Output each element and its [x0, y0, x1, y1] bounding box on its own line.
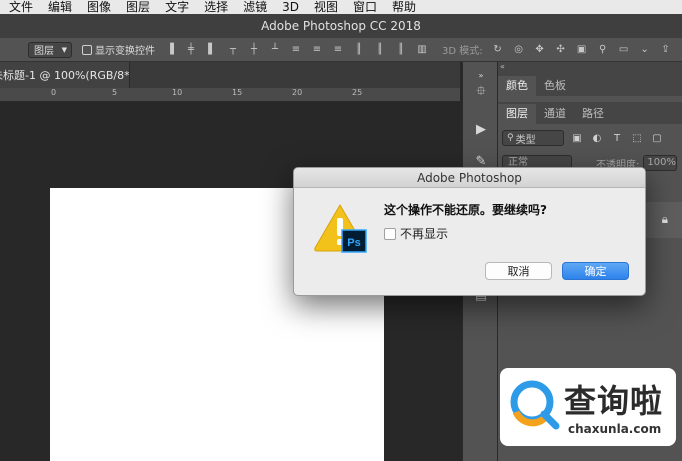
distribute-right-icon[interactable]: ║	[395, 44, 407, 56]
align-top-icon[interactable]: ┬	[227, 44, 239, 56]
watermark-url: chaxunla.com	[568, 422, 662, 436]
menu-help[interactable]: 帮助	[383, 0, 416, 14]
puzzle-icon[interactable]: ⯐	[472, 84, 490, 102]
align-left-icon[interactable]: ▐	[164, 44, 176, 56]
tab-layers[interactable]: 图层	[498, 104, 536, 124]
layers-panel-tabs: 图层 通道 路径	[498, 102, 682, 124]
window-title-bar: Adobe Photoshop CC 2018	[0, 14, 682, 38]
ruler-label: 5	[112, 88, 118, 97]
menu-layer[interactable]: 图层	[117, 0, 150, 14]
menu-view[interactable]: 视图	[305, 0, 338, 14]
align-bottom-icon[interactable]: ┴	[269, 44, 281, 56]
dont-show-again-checkbox[interactable]	[384, 227, 396, 240]
document-tab[interactable]: 未标题-1 @ 100%(RGB/8*)	[0, 62, 130, 88]
distribute-left-icon[interactable]: ║	[353, 44, 365, 56]
chevron-down-icon[interactable]: ⌄	[639, 44, 651, 56]
confirm-dialog: Adobe Photoshop Ps 这个操作不能还原。要继续吗? 不再显示 取…	[293, 167, 646, 296]
tab-channels[interactable]: 通道	[536, 104, 574, 124]
adjustment-filter-icon[interactable]: ◐	[590, 131, 604, 145]
opacity-input[interactable]: 100%	[643, 155, 678, 171]
ruler-label: 15	[232, 88, 243, 97]
horizontal-ruler: 0 5 10 15 20 25	[0, 88, 460, 102]
workspace-icon[interactable]: ▭	[618, 44, 630, 56]
distribute-top-icon[interactable]: ≡	[290, 44, 302, 56]
show-transform-checkbox[interactable]	[82, 44, 92, 55]
cancel-button[interactable]: 取消	[485, 262, 552, 280]
smart-object-filter-icon[interactable]: ▢	[650, 131, 664, 145]
auto-select-value: 图层	[34, 46, 54, 57]
watermark-brand: 查询啦	[564, 382, 664, 420]
menu-file[interactable]: 文件	[0, 0, 33, 14]
watermark: 查询啦 chaxunla.com	[500, 368, 676, 446]
search-icon: ⚲	[507, 133, 514, 143]
document-tab-title: 未标题-1 @ 100%(RGB/8*)	[0, 69, 130, 82]
distribute-bottom-icon[interactable]: ≡	[332, 44, 344, 56]
ruler-label: 10	[172, 88, 183, 97]
collapse-icon[interactable]: «	[498, 62, 682, 74]
ruler-label: 25	[352, 88, 363, 97]
distribute-center-icon[interactable]: ║	[374, 44, 386, 56]
tab-strip	[130, 62, 460, 88]
image-filter-icon[interactable]: ▣	[570, 131, 584, 145]
roll-3d-icon[interactable]: ◎	[513, 44, 525, 56]
lock-icon: 🔒︎	[661, 212, 668, 226]
share-icon[interactable]: ⇪	[660, 44, 672, 56]
color-panel-tabs: 颜色 色板	[498, 74, 682, 96]
shape-filter-icon[interactable]: ⬚	[630, 131, 644, 145]
dont-show-again-label: 不再显示	[400, 227, 449, 241]
ok-button[interactable]: 确定	[562, 262, 629, 280]
align-middle-icon[interactable]: ┼	[248, 44, 260, 56]
distribute-middle-icon[interactable]: ≡	[311, 44, 323, 56]
tab-color[interactable]: 颜色	[498, 76, 536, 96]
show-transform-label: 显示变换控件	[95, 46, 155, 57]
options-bar: 图层 ▼ 显示变换控件 ▐ ╪ ▌ ┬ ┼ ┴ ≡ ≡ ≡ ║ ║ ║ ▥ 3D…	[0, 38, 682, 62]
dont-show-again-row: 不再显示	[384, 225, 448, 242]
chevron-down-icon: ▼	[61, 45, 67, 54]
menu-edit[interactable]: 编辑	[39, 0, 72, 14]
scale-3d-icon[interactable]: ▣	[576, 44, 588, 56]
menu-type[interactable]: 文字	[156, 0, 189, 14]
slide-3d-icon[interactable]: ✣	[555, 44, 567, 56]
auto-select-dropdown[interactable]: 图层 ▼	[28, 41, 72, 58]
tab-paths[interactable]: 路径	[574, 104, 612, 124]
play-icon[interactable]: ▶	[472, 120, 490, 138]
ps-badge-label: Ps	[347, 237, 360, 249]
align-right-icon[interactable]: ▌	[206, 44, 218, 56]
ruler-label: 0	[51, 88, 57, 97]
pan-3d-icon[interactable]: ✥	[534, 44, 546, 56]
search-icon[interactable]: ⚲	[597, 44, 609, 56]
menu-filter[interactable]: 滤镜	[234, 0, 267, 14]
orbit-3d-icon[interactable]: ↻	[492, 44, 504, 56]
magnifier-logo-icon	[510, 380, 560, 430]
type-filter-icon[interactable]: T	[610, 131, 624, 145]
dialog-title: Adobe Photoshop	[294, 168, 645, 188]
auto-align-icon[interactable]: ▥	[416, 44, 428, 56]
menu-image[interactable]: 图像	[78, 0, 111, 14]
window-title: Adobe Photoshop CC 2018	[261, 19, 421, 33]
menu-window[interactable]: 窗口	[344, 0, 377, 14]
layer-filter-bar: ⚲ 类型 ▣ ◐ T ⬚ ▢	[502, 128, 678, 148]
3d-mode-label: 3D 模式:	[442, 46, 483, 57]
menu-3d[interactable]: 3D	[273, 0, 299, 14]
layer-filter-select[interactable]: ⚲ 类型	[502, 130, 564, 146]
ruler-label: 20	[292, 88, 303, 97]
align-center-icon[interactable]: ╪	[185, 44, 197, 56]
dialog-message: 这个操作不能还原。要继续吗?	[384, 203, 547, 217]
menu-select[interactable]: 选择	[195, 0, 228, 14]
menu-bar: 文件 编辑 图像 图层 文字 选择 滤镜 3D 视图 窗口 帮助	[0, 0, 682, 14]
tab-swatches[interactable]: 色板	[536, 76, 574, 96]
warning-icon: Ps	[314, 204, 367, 253]
layer-filter-value: 类型	[515, 134, 536, 146]
